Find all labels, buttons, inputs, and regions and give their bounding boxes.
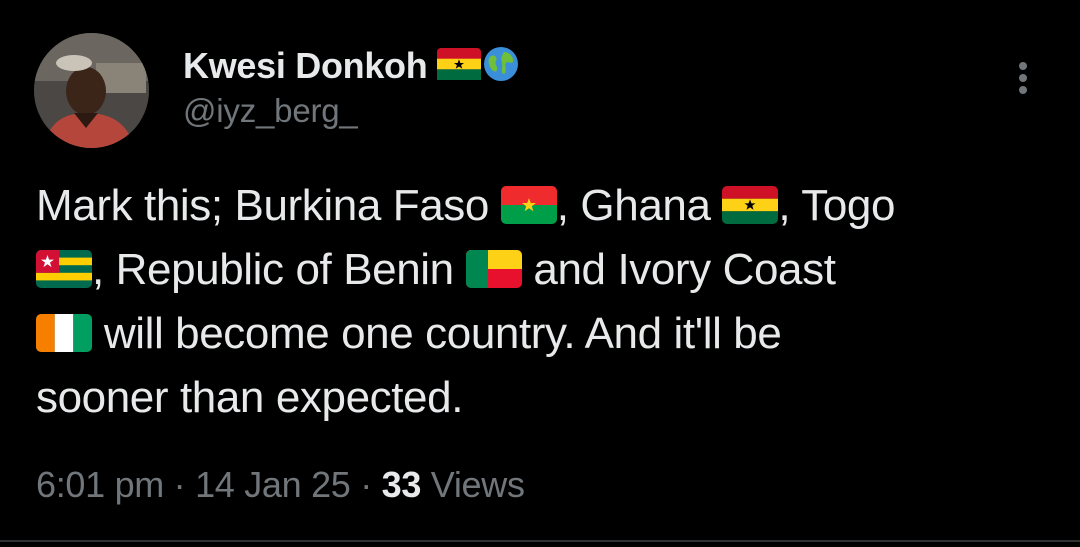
avatar[interactable]	[34, 33, 149, 148]
author-handle[interactable]: @iyz_berg_	[183, 92, 519, 130]
text-segment: , Republic of Benin	[92, 245, 466, 294]
more-dot-icon	[1019, 74, 1027, 82]
tweet-text-line: , Republic of Benin and Ivory Coast	[36, 238, 1056, 302]
text-segment: , Ghana	[556, 181, 723, 230]
burkina-faso-flag-icon	[500, 186, 557, 224]
tweet-meta: 6:01 pm · 14 Jan 25 · 33 Views	[36, 464, 525, 506]
ghana-flag-icon	[437, 47, 482, 85]
benin-flag-icon	[465, 250, 522, 288]
text-segment: Mark this; Burkina Faso	[36, 181, 501, 230]
tweet-text: Mark this; Burkina Faso , Ghana , Togo ,…	[36, 174, 1056, 430]
text-segment: and Ivory Coast	[521, 245, 836, 294]
more-options-button[interactable]	[1008, 58, 1038, 98]
more-dot-icon	[1019, 62, 1027, 70]
togo-flag-icon	[36, 250, 92, 288]
ghana-flag-icon	[722, 186, 779, 224]
globe-icon	[483, 46, 519, 87]
tweet-text-line: will become one country. And it'll be	[36, 302, 1056, 366]
ivory-coast-flag-icon	[36, 314, 92, 352]
text-segment: , Togo	[778, 181, 896, 230]
tweet[interactable]: Kwesi Donkoh @iyz_berg_ Mark this; Burki…	[0, 0, 1080, 547]
tweet-text-line: sooner than expected.	[36, 366, 1056, 430]
tweet-time[interactable]: 6:01 pm	[36, 464, 164, 505]
more-dot-icon	[1019, 86, 1027, 94]
meta-separator: ·	[350, 464, 382, 505]
text-segment: sooner than expected.	[36, 373, 464, 422]
tweet-date[interactable]: 14 Jan 25	[195, 464, 351, 505]
author-display-name[interactable]: Kwesi Donkoh	[183, 45, 428, 87]
tweet-text-line: Mark this; Burkina Faso , Ghana , Togo	[36, 174, 1056, 238]
divider	[0, 540, 1080, 542]
meta-separator: ·	[163, 464, 196, 505]
text-segment: will become one country. And it'll be	[92, 309, 782, 358]
views-label[interactable]: Views	[421, 464, 525, 505]
views-count[interactable]: 33	[382, 464, 422, 505]
